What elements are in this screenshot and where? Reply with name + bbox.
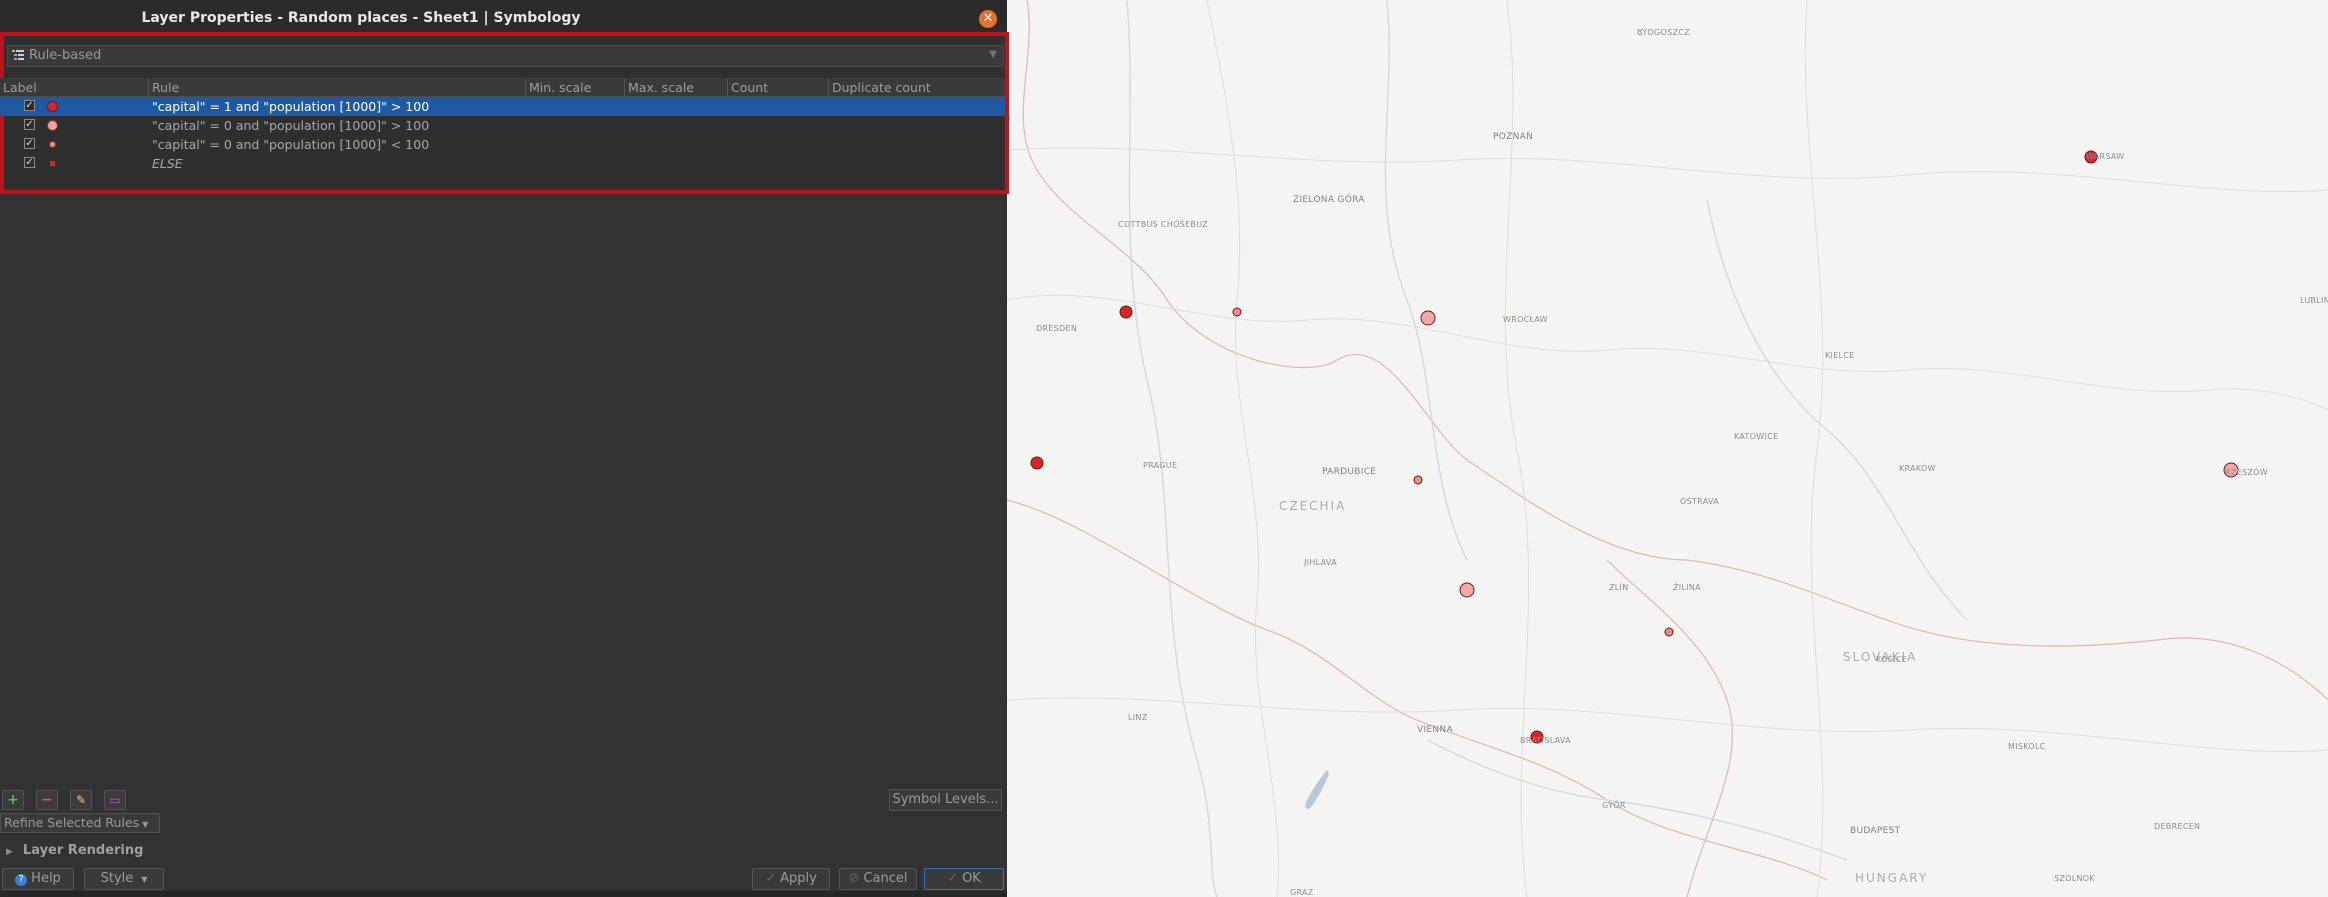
map-place-label: BUDAPEST	[1850, 826, 1901, 836]
map-place-label: ŽILINA	[1673, 583, 1701, 592]
rule-based-icon	[12, 50, 24, 60]
layer-rendering-group[interactable]: ▶ Layer Rendering	[6, 843, 143, 858]
rule-checkbox[interactable]: ✓	[24, 157, 35, 168]
dialog-title: Layer Properties - Random places - Sheet…	[141, 10, 581, 26]
apply-label: Apply	[780, 871, 817, 886]
map-place-label: KRAKÓW	[1899, 464, 1936, 473]
check-icon: ✓	[947, 871, 959, 886]
map-place-label: DRESDEN	[1036, 324, 1078, 333]
rule-row[interactable]: ✓ ELSE	[0, 154, 1005, 173]
summary-icon: ▭	[109, 793, 121, 807]
map-place-label: CZECHIA	[1279, 499, 1347, 513]
cancel-button[interactable]: ⊘ Cancel	[839, 868, 917, 890]
map-place-label: BYDGOSZCZ	[1637, 28, 1690, 37]
remove-rule-button[interactable]: −	[36, 790, 58, 810]
refine-label: Refine Selected Rules	[4, 815, 140, 830]
map-canvas[interactable]: BYDGOSZCZ POZNAŃ WARSAW ZIELONA GÓRA COTTBUS…	[1007, 0, 2328, 897]
chevron-right-icon: ▶	[6, 847, 13, 857]
map-place-label: LUBLIN	[2300, 296, 2328, 305]
map-place-label: SZOLNOK	[2054, 874, 2095, 883]
map-place-label: WARSAW	[2086, 152, 2125, 161]
symbol-small-pink[interactable]	[49, 141, 56, 148]
map-place-label: GYŐR	[1602, 801, 1626, 810]
rule-expression: "capital" = 1 and "population [1000]" > …	[152, 99, 430, 114]
map-place-label: KATOWICE	[1734, 432, 1779, 441]
rule-row[interactable]: ✓ "capital" = 0 and "population [1000]" …	[0, 116, 1005, 135]
map-place-label: ZIELONA GÓRA	[1293, 195, 1365, 205]
map-place-label: PARDUBICE	[1322, 467, 1377, 477]
map-place-label: HUNGARY	[1855, 871, 1929, 885]
style-menu-button[interactable]: Style ▼	[84, 868, 164, 890]
rule-checkbox[interactable]: ✓	[24, 138, 35, 149]
map-place-label: KOŠICE	[1876, 655, 1907, 664]
apply-button[interactable]: ✓ Apply	[752, 868, 830, 890]
refine-selected-rules-menu[interactable]: Refine Selected Rules ▼	[0, 813, 160, 833]
column-header-count[interactable]: Count	[731, 80, 768, 95]
symbol-large-red[interactable]	[47, 101, 58, 112]
map-background	[1007, 0, 2328, 897]
renderer-type-select[interactable]: Rule-based ▼	[7, 45, 1004, 67]
map-place-label: RZESZÓW	[2225, 468, 2268, 477]
map-place-label: VIENNA	[1417, 725, 1453, 735]
ok-button[interactable]: ✓ OK	[924, 868, 1004, 890]
cancel-label: Cancel	[863, 871, 908, 886]
map-place-label: PRAGUE	[1143, 461, 1178, 470]
rule-based-renderer-panel: Rule-based ▼ Label Rule Min. scale Max. …	[0, 32, 1009, 194]
edit-rule-button[interactable]: ✎	[70, 790, 92, 810]
map-place-label: DEBRECEN	[2154, 822, 2201, 831]
add-rule-button[interactable]: +	[2, 790, 24, 810]
map-place-label: OSTRAVA	[1680, 497, 1719, 506]
help-label: Help	[31, 871, 61, 886]
map-place-label: POZNAŃ	[1493, 132, 1534, 142]
map-place-label: ZLÍN	[1609, 583, 1629, 592]
map-place-label: KIELCE	[1825, 351, 1855, 360]
chevron-down-icon: ▼	[989, 49, 997, 60]
rule-checkbox[interactable]: ✓	[24, 119, 35, 130]
style-label: Style	[100, 871, 134, 886]
plus-icon: +	[7, 792, 19, 808]
layer-properties-dialog: Layer Properties - Random places - Sheet…	[0, 0, 1009, 897]
chevron-down-icon: ▼	[142, 820, 149, 829]
layer-rendering-label: Layer Rendering	[22, 843, 144, 858]
column-header-duplicate-count[interactable]: Duplicate count	[832, 80, 931, 95]
help-button[interactable]: ? Help	[2, 868, 74, 890]
rules-table-header: Label Rule Min. scale Max. scale Count D…	[0, 78, 1005, 97]
cancel-icon: ⊘	[848, 871, 860, 886]
column-header-max-scale[interactable]: Max. scale	[628, 80, 694, 95]
check-icon: ✓	[765, 871, 777, 886]
symbol-levels-button[interactable]: Symbol Levels...	[889, 789, 1002, 811]
column-header-min-scale[interactable]: Min. scale	[529, 80, 591, 95]
map-place-label: MISKOLC	[2008, 742, 2046, 751]
rule-expression: ELSE	[152, 156, 183, 171]
map-place-label: GRAZ	[1290, 888, 1314, 897]
map-place-label: WROCŁAW	[1503, 315, 1548, 324]
map-place-label: JIHLAVA	[1304, 558, 1337, 567]
rule-expression: "capital" = 0 and "population [1000]" < …	[152, 137, 430, 152]
ok-label: OK	[962, 871, 981, 886]
rule-row[interactable]: ✓ "capital" = 1 and "population [1000]" …	[0, 97, 1005, 116]
dialog-titlebar[interactable]: Layer Properties - Random places - Sheet…	[0, 0, 1007, 34]
rule-row[interactable]: ✓ "capital" = 0 and "population [1000]" …	[0, 135, 1005, 154]
minus-icon: −	[41, 792, 53, 808]
edit-icon: ✎	[75, 793, 87, 807]
rule-summary-button[interactable]: ▭	[104, 790, 126, 810]
rules-table: Label Rule Min. scale Max. scale Count D…	[0, 78, 1005, 173]
rule-checkbox[interactable]: ✓	[24, 100, 35, 111]
window-bottom-edge	[0, 891, 1007, 897]
help-icon: ?	[15, 874, 28, 886]
symbol-square-red[interactable]	[50, 161, 55, 166]
column-header-rule[interactable]: Rule	[152, 80, 179, 95]
column-header-label[interactable]: Label	[3, 80, 37, 95]
close-icon[interactable]: ✕	[979, 10, 997, 28]
rule-expression: "capital" = 0 and "population [1000]" > …	[152, 118, 430, 133]
map-place-label: LINZ	[1128, 713, 1148, 722]
renderer-type-value: Rule-based	[29, 48, 102, 63]
map-place-label: BRATISLAVA	[1520, 736, 1571, 745]
chevron-down-icon: ▼	[141, 875, 148, 884]
symbol-large-pink[interactable]	[47, 120, 58, 131]
map-place-label: COTTBUS CHÓŚEBUZ	[1118, 220, 1208, 229]
